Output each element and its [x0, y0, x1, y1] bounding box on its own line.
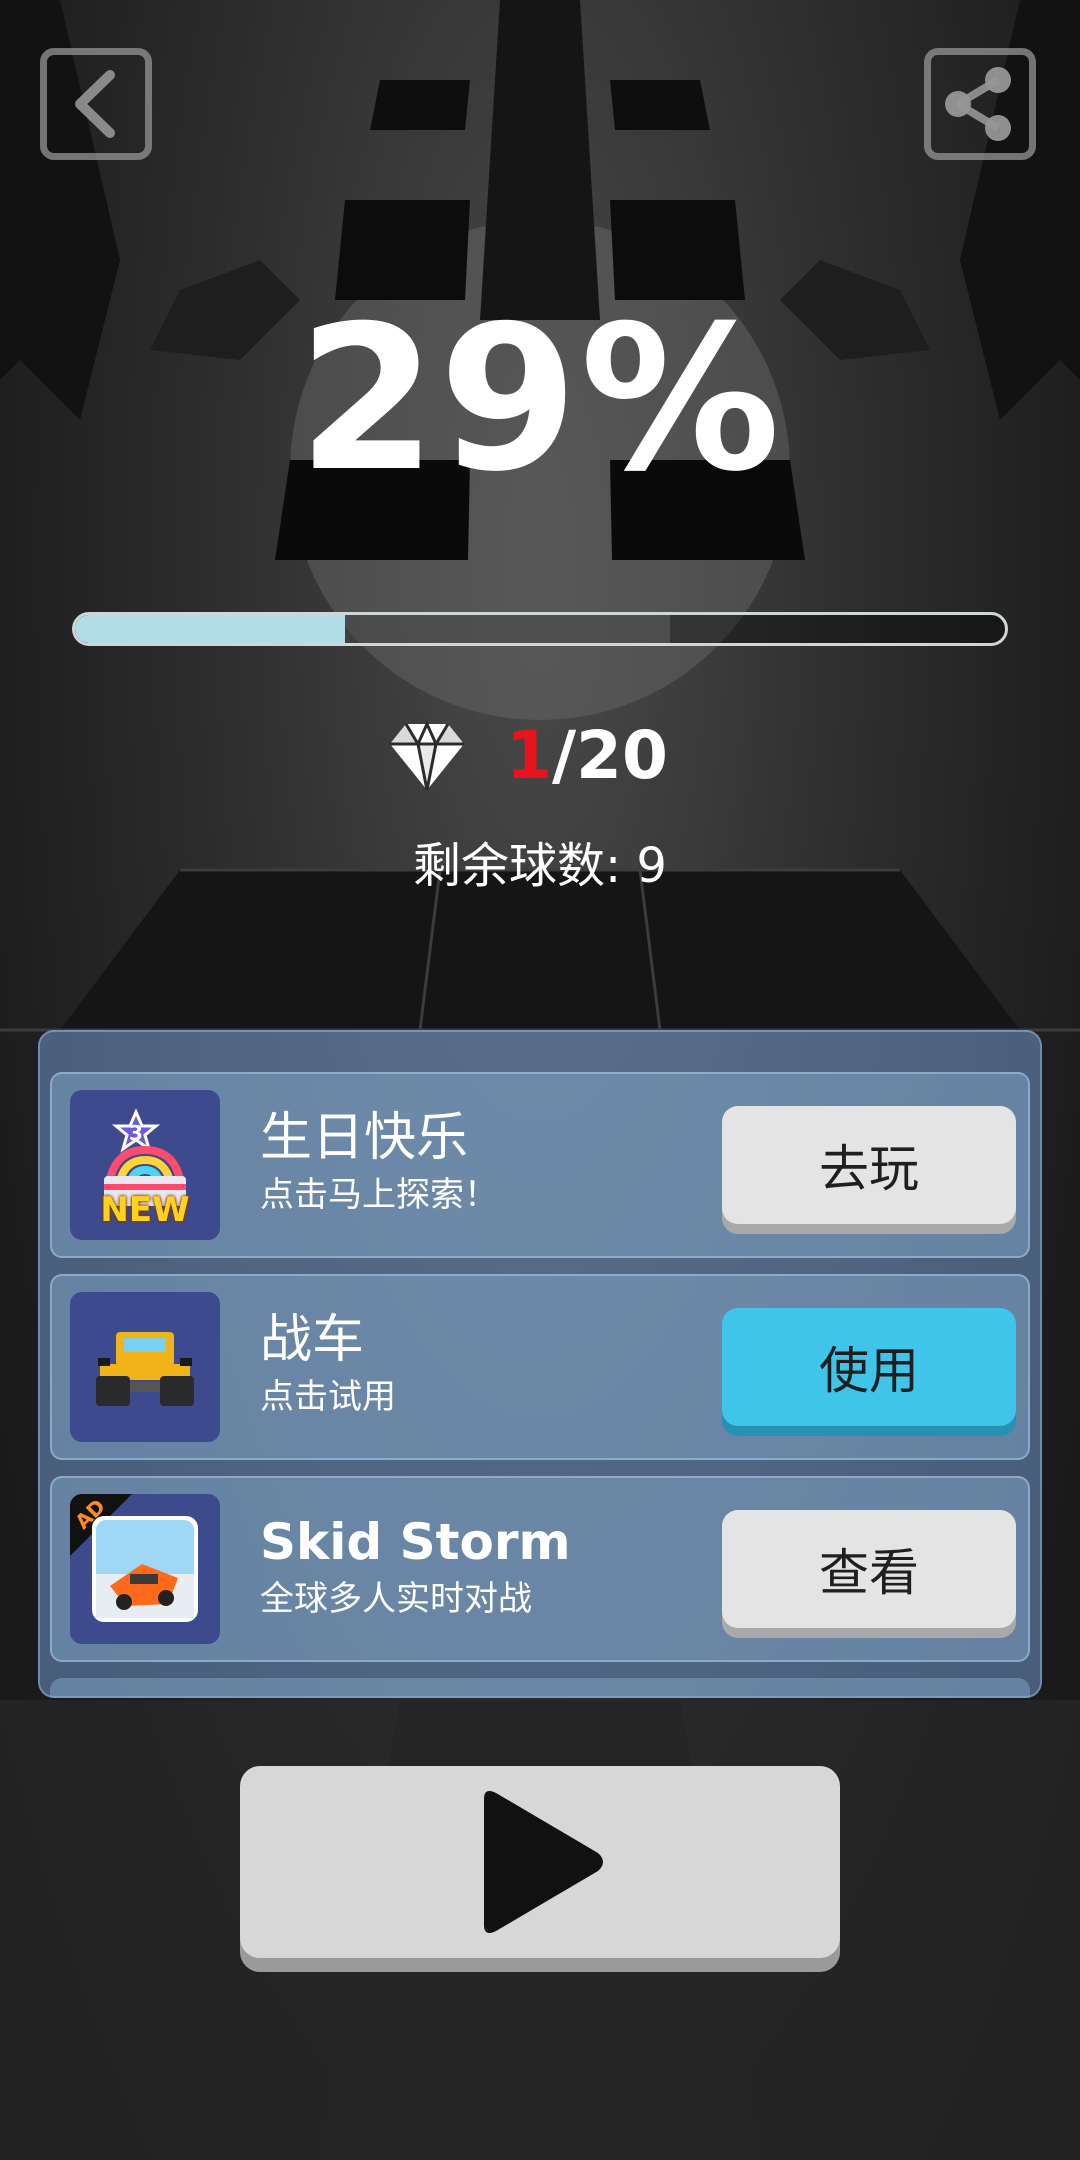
progress-percent: 29%: [297, 283, 783, 516]
level-badge: 3: [129, 1121, 143, 1145]
card-birthday-thumbnail: 3 NEW: [70, 1090, 220, 1240]
next-card-peek: [50, 1678, 1030, 1698]
share-button[interactable]: [924, 48, 1036, 160]
gem-count: 1/20: [506, 716, 668, 796]
gem-count-total: /20: [551, 717, 668, 794]
diamond-icon: [390, 720, 464, 791]
card-skid-storm-subtitle: 全球多人实时对战: [260, 1579, 532, 1619]
play-icon: [484, 1791, 603, 1933]
card-tank[interactable]: 战车 点击试用 使用: [50, 1274, 1030, 1460]
monster-truck-icon: [96, 1332, 194, 1406]
card-tank-title: 战车: [260, 1310, 365, 1370]
game-result-screen: 29% 1/20 剩余球数: 9 3 NEW 生日快乐 点击马上探索！ 去玩 战…: [0, 0, 1080, 2160]
share-icon: [945, 67, 1011, 141]
card-skid-storm[interactable]: AD Skid Storm 全球多人实时对战 查看: [50, 1476, 1030, 1662]
view-skid-storm-button[interactable]: 查看: [722, 1510, 1016, 1628]
card-tank-subtitle: 点击试用: [260, 1377, 396, 1417]
card-birthday-title: 生日快乐: [260, 1108, 469, 1168]
progress-bar: [72, 612, 1008, 646]
card-skid-storm-title: Skid Storm: [260, 1513, 571, 1571]
back-button[interactable]: [40, 48, 152, 160]
progress-bar-fill: [75, 615, 345, 643]
remaining-balls: 剩余球数: 9: [413, 838, 667, 894]
card-birthday[interactable]: 3 NEW 生日快乐 点击马上探索！ 去玩: [50, 1072, 1030, 1258]
back-arrow-icon: [75, 70, 115, 138]
gem-count-current: 1: [506, 717, 552, 794]
recommendation-panel: 3 NEW 生日快乐 点击马上探索！ 去玩 战车 点击试用 使用 AD Skid…: [38, 1030, 1042, 1698]
card-skid-storm-thumbnail: AD: [70, 1494, 220, 1644]
play-birthday-button[interactable]: 去玩: [722, 1106, 1016, 1224]
new-badge: NEW: [100, 1190, 190, 1230]
card-tank-thumbnail: [70, 1292, 220, 1442]
card-birthday-subtitle: 点击马上探索！: [260, 1175, 498, 1215]
use-tank-button[interactable]: 使用: [722, 1308, 1016, 1426]
progress-bar-highlight: [344, 615, 671, 643]
gem-counter: 1/20: [0, 712, 1080, 802]
play-button[interactable]: [240, 1766, 840, 1958]
